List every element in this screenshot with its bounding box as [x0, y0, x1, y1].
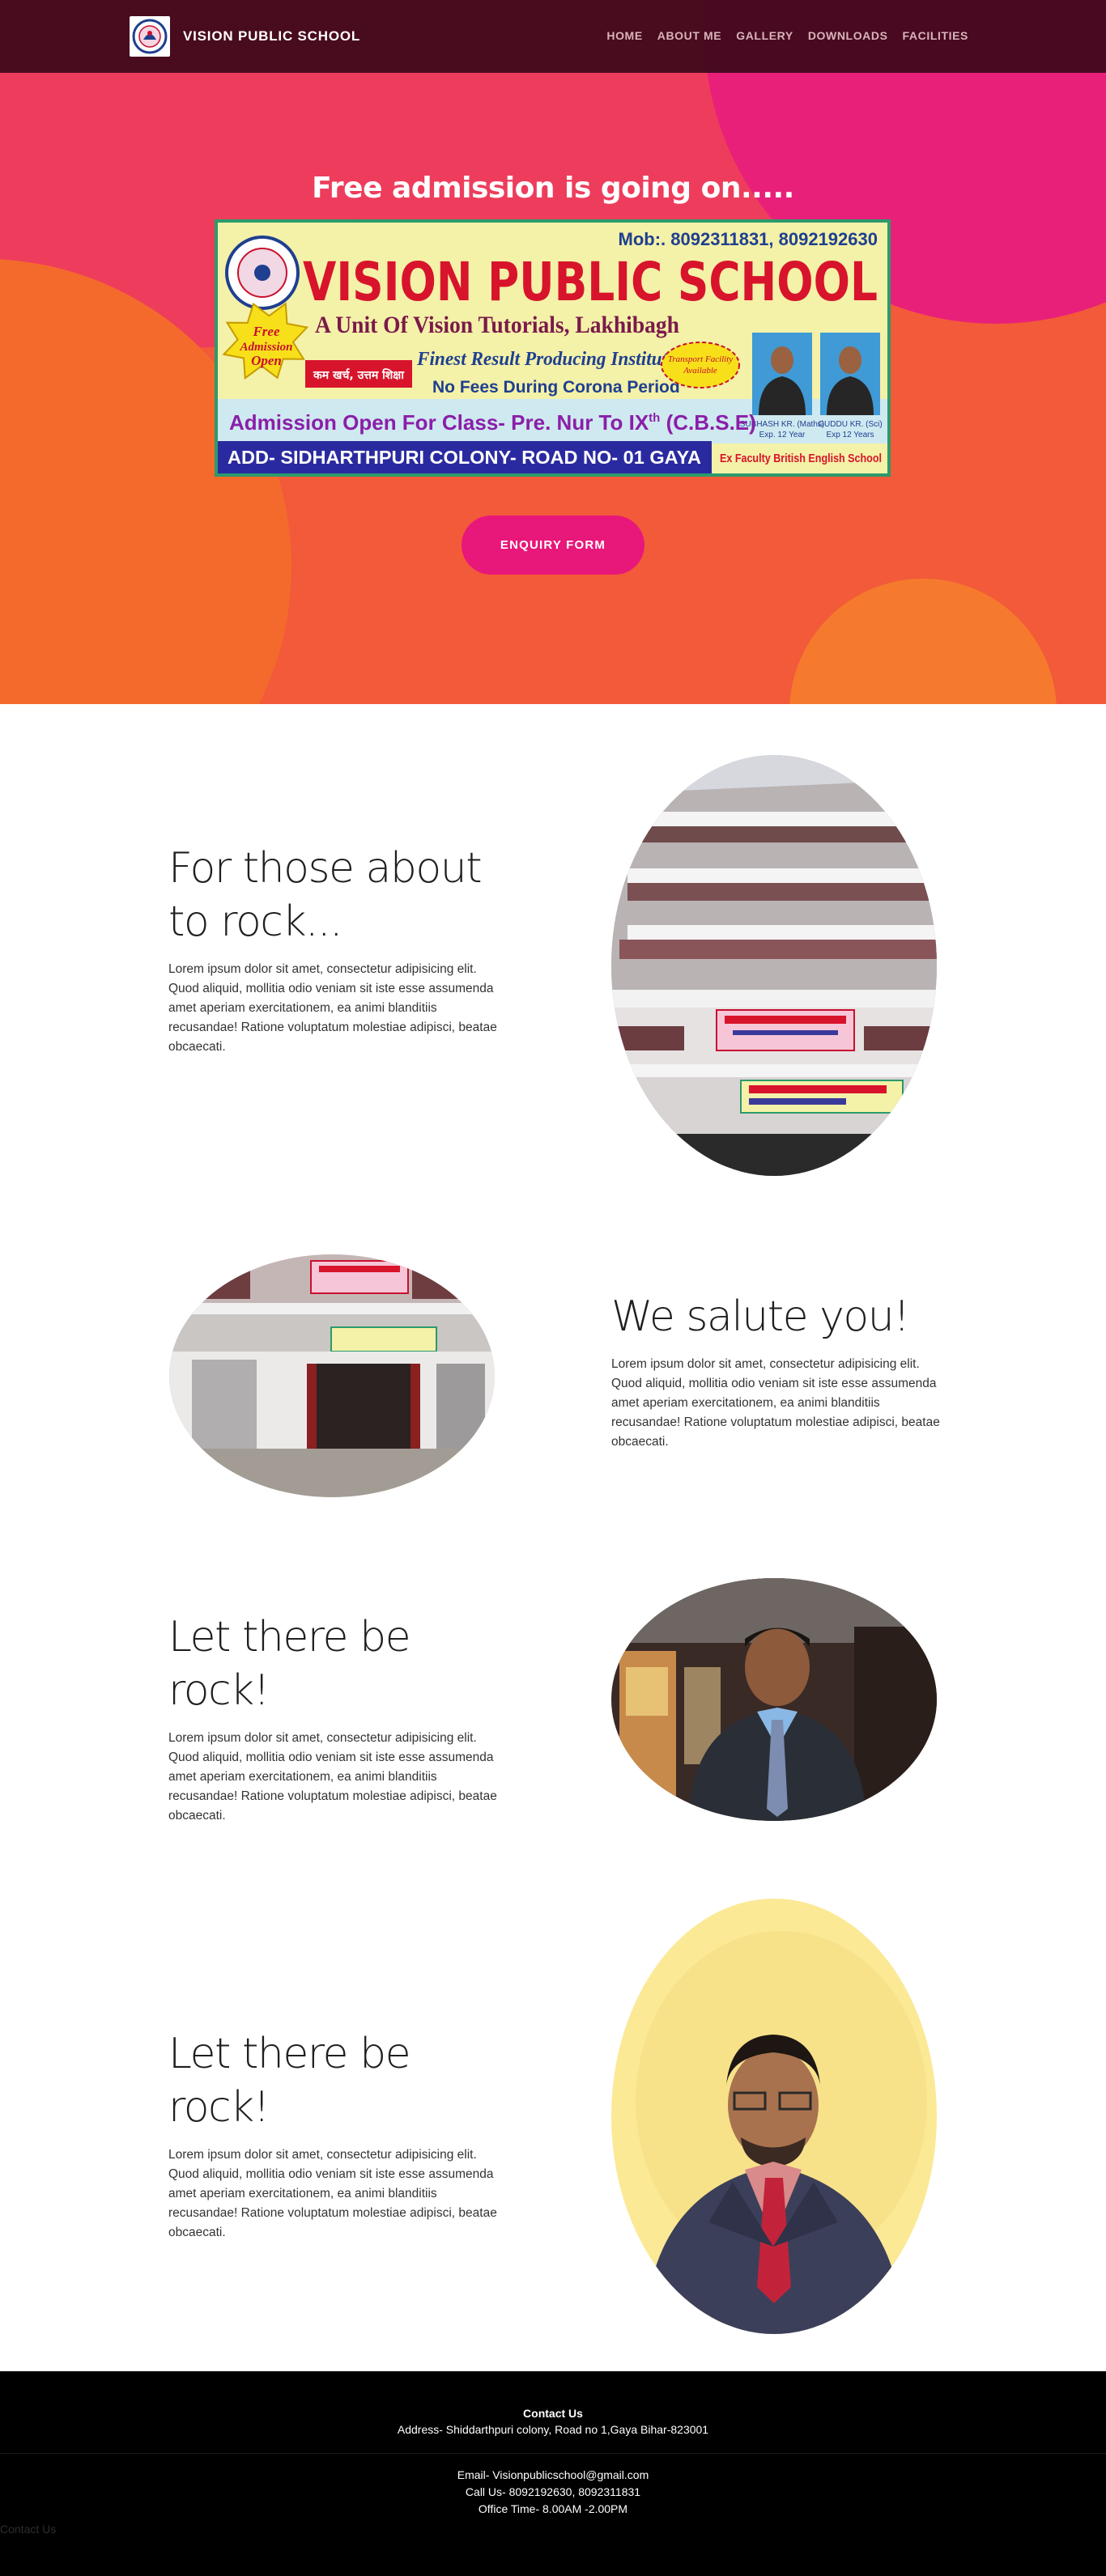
teacher-portrait-photo — [611, 1578, 937, 1821]
section-1-heading-line2: to rock... — [168, 898, 343, 946]
section-4-body: Lorem ipsum dolor sit amet, consectetur … — [168, 2148, 497, 2239]
footer-contact-us-link[interactable]: Contact Us — [0, 2523, 56, 2536]
section-3-text: Let there be rock! Lorem ipsum dolor sit… — [168, 1611, 508, 1826]
banner-badge-open: Open — [251, 353, 282, 368]
section-1-heading-line1: For those about — [168, 844, 483, 893]
banner-admission-sup: th — [649, 411, 660, 425]
banner-address: ADD- SIDHARTHPURI COLONY- ROAD NO- 01 GA… — [228, 447, 701, 468]
nav-link-facilities[interactable]: FACILITIES — [903, 29, 968, 42]
banner-hindi-tag: कम खर्च, उत्तम शिक्षा — [313, 368, 405, 382]
section-let-there-be-rock-1: Let there be rock! Lorem ipsum dolor sit… — [0, 1538, 1106, 1861]
school-crest-icon — [130, 16, 170, 57]
top-navbar: VISION PUBLIC SCHOOL HOME ABOUT ME GALLE… — [0, 0, 1106, 73]
nav-link-gallery[interactable]: GALLERY — [736, 29, 793, 42]
footer-email: Email- Visionpublicschool@gmail.com — [457, 2468, 649, 2481]
brand[interactable]: VISION PUBLIC SCHOOL — [130, 16, 360, 57]
enquiry-form-button[interactable]: ENQUIRY FORM — [462, 516, 644, 575]
footer-title: Contact Us — [523, 2407, 583, 2420]
nav-link-about-me[interactable]: ABOUT ME — [657, 29, 721, 42]
footer: Contact Us Address- Shiddarthpuri colony… — [0, 2371, 1106, 2576]
section-2-body: Lorem ipsum dolor sit amet, consectetur … — [611, 1357, 940, 1449]
banner-school-name: VISION PUBLIC SCHOOL — [303, 251, 878, 313]
banner-admission-line: Admission Open For Class- Pre. Nur To IX… — [229, 410, 756, 435]
section-1-heading: For those about to rock... — [168, 842, 508, 948]
hero-section: Free admission is going on..... Free Adm… — [0, 0, 1106, 704]
footer-address: Address- Shiddarthpuri colony, Road no 1… — [397, 2423, 709, 2436]
banner-admission-board: (C.B.S.E) — [660, 410, 755, 435]
school-building-photo — [611, 755, 937, 1176]
section-1-text: For those about to rock... Lorem ipsum d… — [168, 842, 508, 1057]
section-4-text: Let there be rock! Lorem ipsum dolor sit… — [168, 2027, 508, 2243]
footer-divider — [0, 2453, 1106, 2454]
banner-mobile: Mob:. 8092311831, 8092192630 — [619, 229, 878, 249]
hero-title: Free admission is going on..... — [312, 172, 794, 205]
banner-badge-admission: Admission — [239, 341, 292, 354]
banner-teacher2-exp: Exp 12 Years — [827, 431, 874, 439]
brand-name: VISION PUBLIC SCHOOL — [183, 28, 361, 44]
nav-link-home[interactable]: HOME — [606, 29, 642, 42]
banner-badge-free: Free — [252, 324, 280, 339]
principal-portrait-photo — [611, 1899, 937, 2334]
banner-ex-faculty: Ex Faculty British English School — [720, 452, 882, 465]
section-1-body: Lorem ipsum dolor sit amet, consectetur … — [168, 962, 497, 1054]
section-3-heading: Let there be rock! — [168, 1613, 411, 1715]
admission-banner: Free Admission Open Mob:. 8092311831, 80… — [215, 219, 891, 477]
banner-transport-1: Transport Facility — [668, 354, 733, 364]
footer-hours: Office Time- 8.00AM -2.00PM — [478, 2502, 628, 2515]
banner-unit-line: A Unit Of Vision Tutorials, Lakhibagh — [315, 312, 679, 338]
banner-teacher1-exp: Exp. 12 Year — [759, 431, 806, 439]
banner-admission-text: Admission Open For Class- Pre. Nur To IX — [229, 410, 649, 435]
banner-no-fees: No Fees During Corona Period — [432, 378, 680, 397]
section-we-salute: We salute you! Lorem ipsum dolor sit ame… — [0, 1214, 1106, 1538]
school-entrance-photo — [169, 1254, 495, 1497]
section-let-there-be-rock-2: Let there be rock! Lorem ipsum dolor sit… — [0, 1861, 1106, 2371]
banner-teacher2-name: GUDDU KR. (Sci) — [818, 420, 882, 429]
section-3-body: Lorem ipsum dolor sit amet, consectetur … — [168, 1731, 497, 1823]
section-2-heading: We salute you! — [611, 1292, 910, 1341]
banner-transport-2: Available — [683, 366, 717, 376]
section-about-rock: For those about to rock... Lorem ipsum d… — [0, 704, 1106, 1214]
section-2-text: We salute you! Lorem ipsum dolor sit ame… — [611, 1290, 951, 1452]
nav-link-downloads[interactable]: DOWNLOADS — [808, 29, 888, 42]
banner-result-line: Finest Result Producing Institution — [416, 349, 692, 370]
footer-phone: Call Us- 8092192630, 8092311831 — [465, 2485, 641, 2498]
admission-banner-graphic: Free Admission Open Mob:. 8092311831, 80… — [218, 223, 887, 473]
nav-links: HOME ABOUT ME GALLERY DOWNLOADS FACILITI… — [606, 29, 968, 42]
section-4-heading: Let there be rock! — [168, 2030, 411, 2132]
